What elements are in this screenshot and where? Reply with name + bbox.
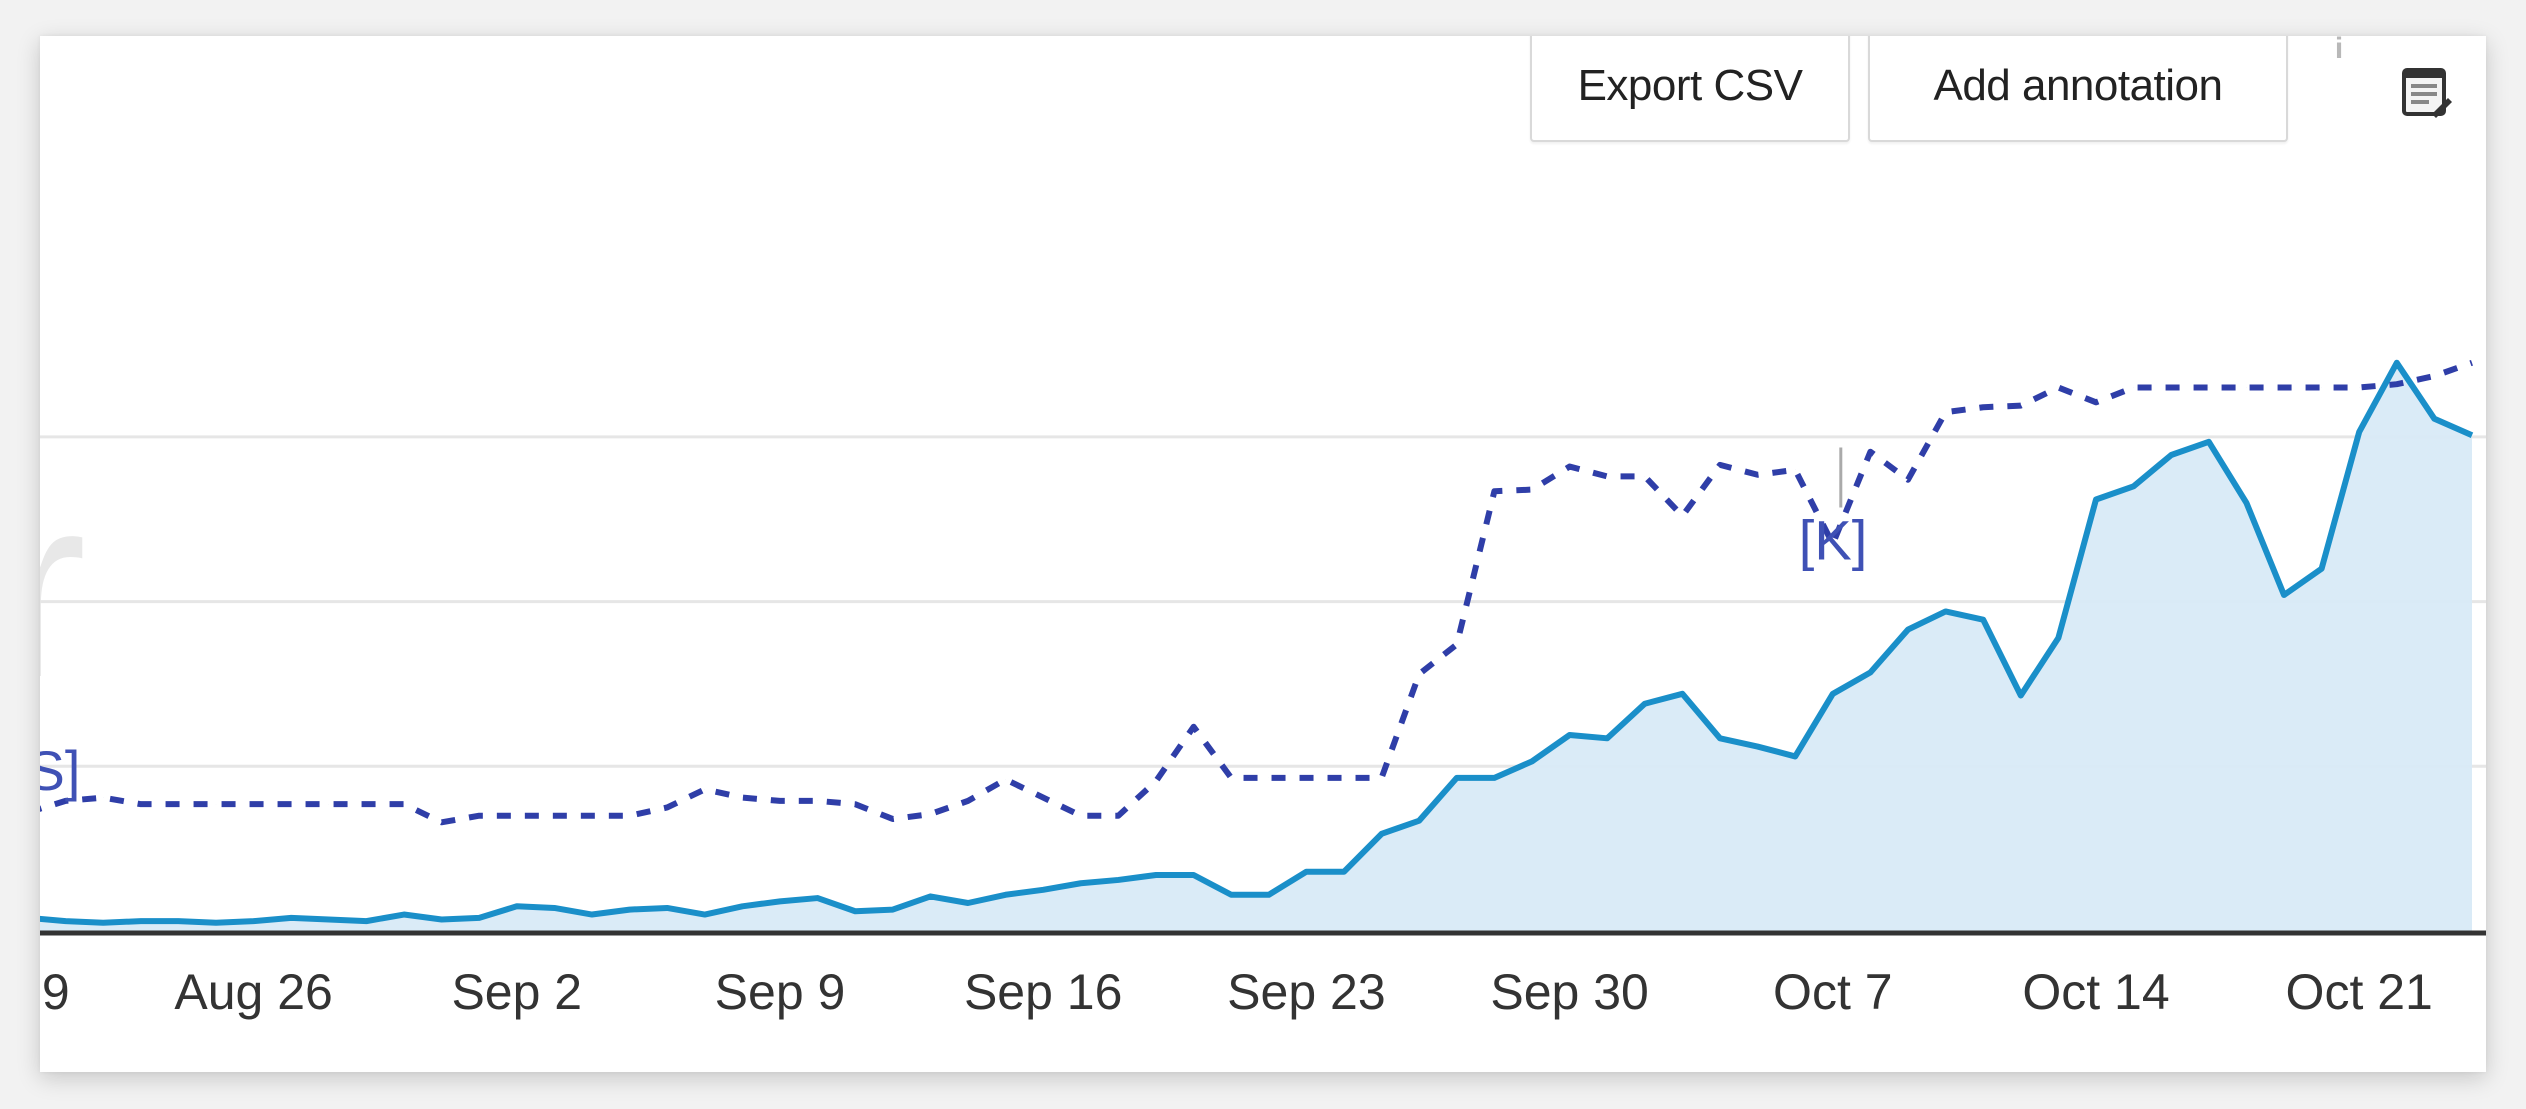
x-tick-label: Sep 23 (1227, 964, 1385, 1020)
annotation-marker[interactable]: [S] (40, 739, 80, 802)
x-tick-label: Aug 26 (174, 964, 332, 1020)
x-tick-label: Sep 2 (451, 964, 582, 1020)
chart-panel: r [S] [K] Aug 19 Aug 26 Sep 2 Sep 9 Sep 16 Sep… (40, 36, 2486, 1072)
watermark-text: r (40, 442, 87, 732)
add-annotation-button[interactable]: Add annotation (1868, 36, 2288, 142)
add-annotation-label: Add annotation (1933, 61, 2223, 110)
x-tick-label: Sep 9 (715, 964, 846, 1020)
x-tick-label: Oct 21 (2286, 964, 2433, 1020)
x-tick-label: Aug 19 (40, 964, 70, 1020)
notes-edit-icon[interactable] (2398, 64, 2454, 120)
line-chart: r [S] [K] Aug 19 Aug 26 Sep 2 Sep 9 Sep 16 Sep… (40, 359, 2486, 1020)
x-tick-label: Oct 14 (2022, 964, 2169, 1020)
series-current-area (40, 362, 2472, 931)
x-tick-label: Oct 7 (1773, 964, 1892, 1020)
export-csv-button[interactable]: Export CSV (1530, 36, 1850, 142)
export-csv-label: Export CSV (1577, 61, 1803, 110)
info-icon[interactable]: i (2328, 36, 2350, 66)
x-tick-label: Sep 30 (1490, 964, 1648, 1020)
x-tick-label: Sep 16 (964, 964, 1122, 1020)
annotation-marker[interactable]: [K] (1799, 508, 1867, 571)
